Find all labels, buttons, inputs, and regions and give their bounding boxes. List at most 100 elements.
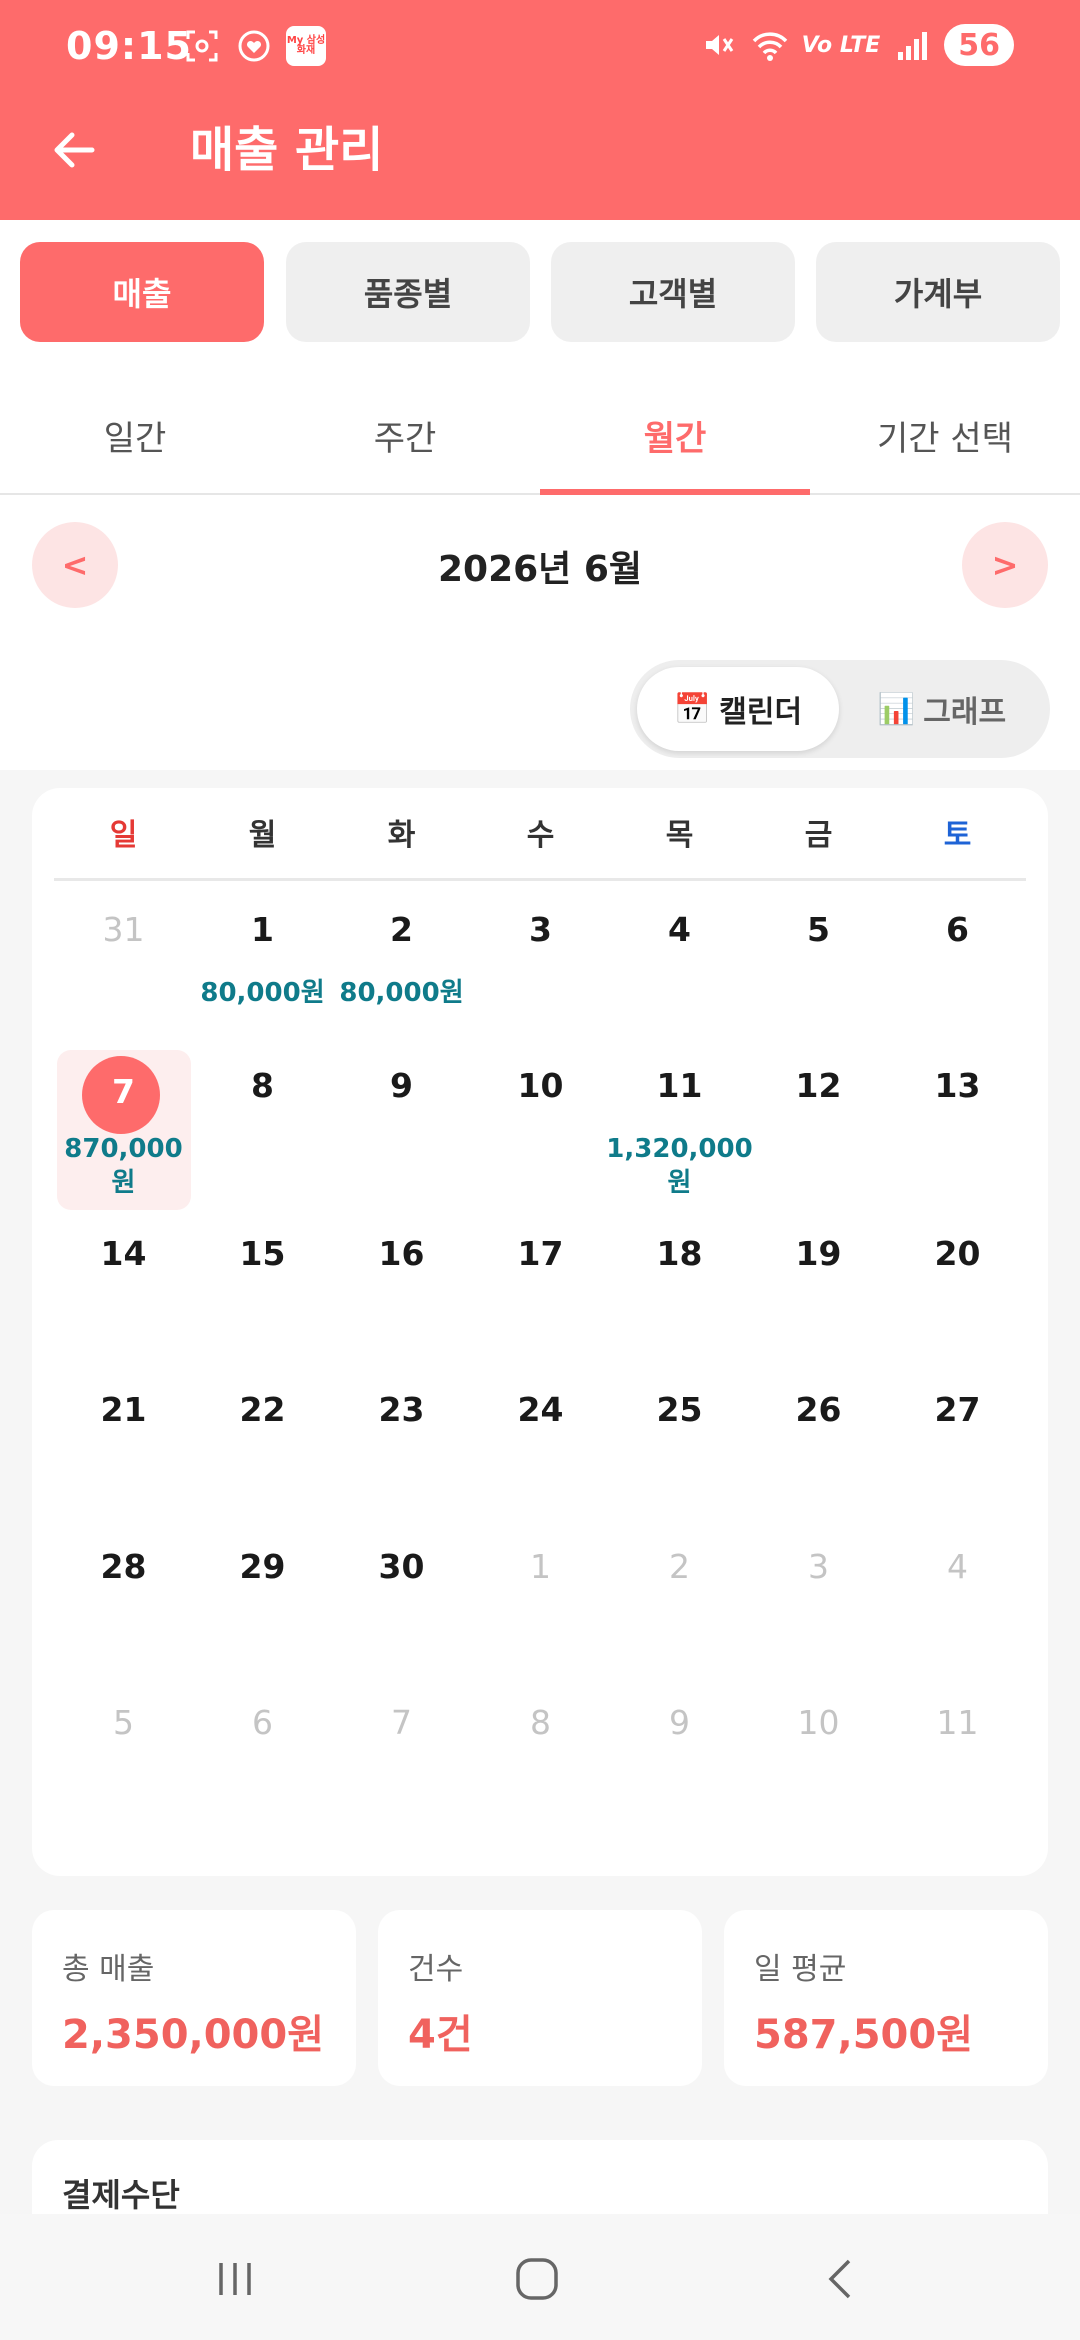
calendar-day[interactable]: 25 <box>610 1368 749 1528</box>
calendar-day[interactable]: 6 <box>888 888 1027 1048</box>
calendar-day[interactable]: 5 <box>54 1681 193 1841</box>
day-number: 8 <box>251 1066 274 1105</box>
segment-ledger[interactable]: 가계부 <box>816 242 1060 342</box>
calendar-day[interactable]: 15 <box>193 1212 332 1372</box>
calendar-day[interactable]: 3 <box>471 888 610 1048</box>
calendar-day[interactable]: 10 <box>471 1044 610 1204</box>
calendar-day[interactable]: 12 <box>749 1044 888 1204</box>
calendar-day[interactable]: 21 <box>54 1368 193 1528</box>
segment-by-variety[interactable]: 품종별 <box>286 242 530 342</box>
calendar-day[interactable]: 4 <box>888 1525 1027 1685</box>
system-back-button[interactable] <box>806 2244 876 2314</box>
day-number: 5 <box>113 1703 134 1742</box>
calendar-day[interactable]: 1 80,000원 <box>193 888 332 1048</box>
segment-sales[interactable]: 매출 <box>20 242 264 342</box>
day-number: 8 <box>530 1703 551 1742</box>
weekday-divider <box>54 878 1026 881</box>
calendar-day[interactable]: 9 <box>332 1044 471 1204</box>
calendar-day[interactable]: 27 <box>888 1368 1027 1528</box>
graph-view-button[interactable]: 📊 그래프 <box>841 667 1043 751</box>
calendar-day[interactable]: 30 <box>332 1525 471 1685</box>
calendar-day[interactable]: 8 <box>471 1681 610 1841</box>
day-number: 22 <box>239 1390 286 1429</box>
calendar-day[interactable]: 31 <box>54 888 193 1048</box>
calendar-day[interactable]: 2 80,000원 <box>332 888 471 1048</box>
battery-level: 56 <box>944 24 1014 66</box>
calendar-day-today[interactable]: 7 870,000원 <box>54 1044 193 1210</box>
next-month-button[interactable]: > <box>962 522 1048 608</box>
calendar-day[interactable]: 2 <box>610 1525 749 1685</box>
day-sales-amount: 870,000원 <box>64 1134 183 1198</box>
weekday-thu: 목 <box>665 818 694 853</box>
calendar-day[interactable]: 10 <box>749 1681 888 1841</box>
heart-icon <box>234 26 274 66</box>
back-button[interactable] <box>42 118 106 182</box>
day-number: 19 <box>795 1234 842 1273</box>
day-number: 16 <box>378 1234 425 1273</box>
calendar-day[interactable]: 26 <box>749 1368 888 1528</box>
day-number: 3 <box>808 1547 829 1586</box>
total-sales-label: 총 매출 <box>62 1952 155 1987</box>
calendar-day[interactable]: 11 <box>888 1681 1027 1841</box>
day-number: 7 <box>112 1072 135 1111</box>
calendar-day[interactable]: 24 <box>471 1368 610 1528</box>
day-number: 11 <box>936 1703 979 1742</box>
tab-weekly[interactable]: 주간 <box>270 375 540 495</box>
calendar-day[interactable]: 1 <box>471 1525 610 1685</box>
calendar-day[interactable]: 28 <box>54 1525 193 1685</box>
recent-apps-button[interactable] <box>200 2244 270 2314</box>
calendar-day[interactable]: 17 <box>471 1212 610 1372</box>
calendar-day[interactable]: 5 <box>749 888 888 1048</box>
payment-method-title: 결제수단 <box>62 2176 180 2214</box>
calendar-day[interactable]: 19 <box>749 1212 888 1372</box>
day-number: 5 <box>807 910 830 949</box>
calendar-day[interactable]: 29 <box>193 1525 332 1685</box>
day-number: 11 <box>656 1066 703 1105</box>
calendar-day[interactable]: 13 <box>888 1044 1027 1204</box>
calendar-day[interactable]: 18 <box>610 1212 749 1372</box>
day-number: 6 <box>252 1703 273 1742</box>
calendar-day[interactable]: 4 <box>610 888 749 1048</box>
calendar-view-label: 캘린더 <box>719 695 803 730</box>
calendar-day[interactable]: 23 <box>332 1368 471 1528</box>
count-card: 건수 4건 <box>378 1910 702 2086</box>
tab-monthly[interactable]: 월간 <box>540 375 810 495</box>
calendar-day[interactable]: 3 <box>749 1525 888 1685</box>
weekday-mon: 월 <box>248 818 277 853</box>
calendar-day[interactable]: 8 <box>193 1044 332 1204</box>
app-notification-badge: My 삼성화재 <box>286 26 326 66</box>
day-number: 14 <box>100 1234 147 1273</box>
calendar-day[interactable]: 7 <box>332 1681 471 1841</box>
tab-active-indicator <box>540 489 810 495</box>
calendar-day[interactable]: 11 1,320,000원 <box>606 1044 752 1204</box>
day-number: 25 <box>656 1390 703 1429</box>
calendar-view-button[interactable]: 📅 캘린더 <box>637 667 839 751</box>
calendar-day[interactable]: 20 <box>888 1212 1027 1372</box>
day-number: 18 <box>656 1234 703 1273</box>
day-number: 13 <box>934 1066 981 1105</box>
day-number: 20 <box>934 1234 981 1273</box>
home-icon <box>516 2258 558 2300</box>
calendar-day[interactable]: 6 <box>193 1681 332 1841</box>
page-title: 매출 관리 <box>190 122 384 178</box>
home-button[interactable] <box>502 2244 572 2314</box>
tab-custom-range[interactable]: 기간 선택 <box>810 375 1080 495</box>
day-number: 4 <box>947 1547 968 1586</box>
chevron-left-icon <box>828 2259 851 2299</box>
day-number: 10 <box>797 1703 840 1742</box>
day-number: 4 <box>668 910 691 949</box>
day-number: 9 <box>669 1703 690 1742</box>
calendar-day[interactable]: 22 <box>193 1368 332 1528</box>
day-sales-amount: 80,000원 <box>200 978 325 1008</box>
day-number: 29 <box>239 1547 286 1586</box>
day-number: 17 <box>517 1234 564 1273</box>
day-number: 30 <box>378 1547 425 1586</box>
day-number: 15 <box>239 1234 286 1273</box>
calendar-day[interactable]: 16 <box>332 1212 471 1372</box>
screenshot-icon <box>182 26 222 66</box>
prev-month-button[interactable]: < <box>32 522 118 608</box>
calendar-day[interactable]: 14 <box>54 1212 193 1372</box>
calendar-day[interactable]: 9 <box>610 1681 749 1841</box>
segment-by-customer[interactable]: 고객별 <box>551 242 795 342</box>
tab-daily[interactable]: 일간 <box>0 375 270 495</box>
